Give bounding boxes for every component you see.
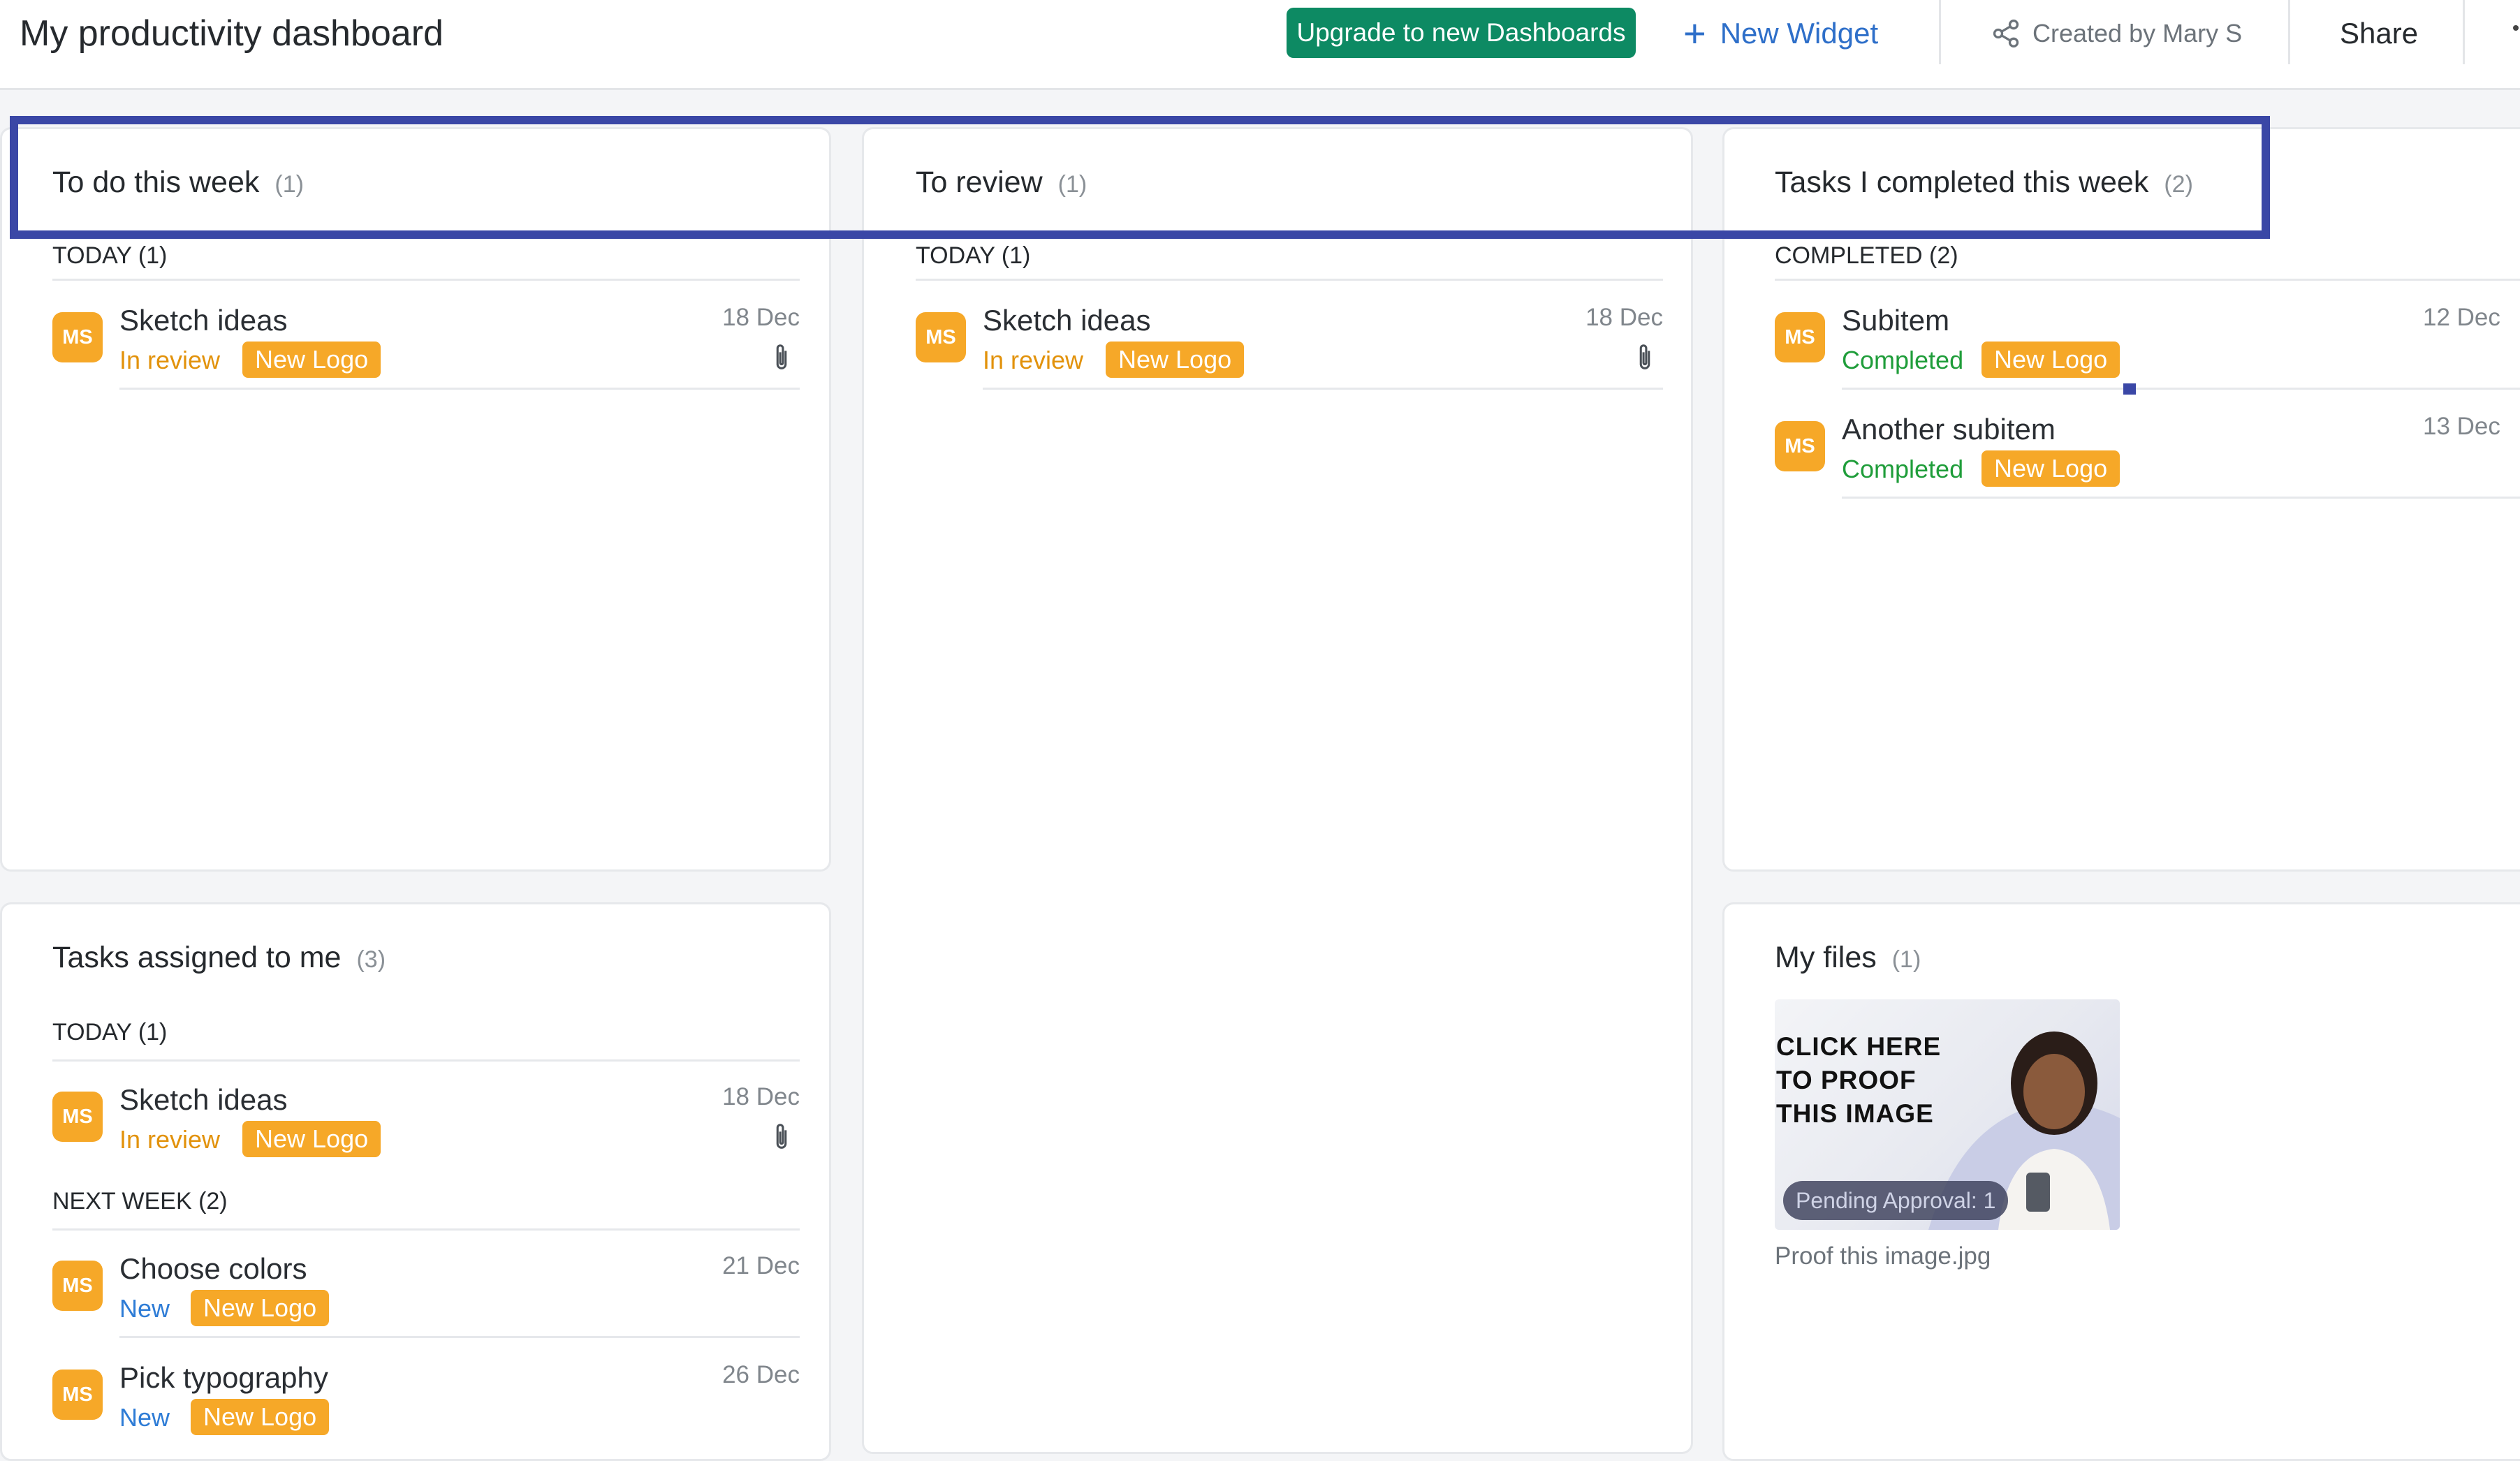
task-date: 18 Dec xyxy=(722,304,800,331)
section-header-today: TODAY (1) xyxy=(52,242,168,269)
task-date: 18 Dec xyxy=(722,1083,800,1110)
divider xyxy=(119,388,800,390)
new-widget-button[interactable]: + New Widget xyxy=(1683,13,1878,54)
avatar: MS xyxy=(1775,421,1825,471)
avatar: MS xyxy=(52,312,103,362)
created-by-label: Created by Mary S xyxy=(2032,19,2243,47)
task-row[interactable]: MS Pick typography New New Logo 26 Dec xyxy=(52,1342,800,1446)
task-status: New xyxy=(119,1294,170,1323)
task-row[interactable]: MS Another subitem Completed New Logo 13… xyxy=(1775,393,2520,499)
task-date: 21 Dec xyxy=(722,1252,800,1279)
task-tag: New Logo xyxy=(1981,450,2120,487)
share-button[interactable]: Share xyxy=(2340,15,2418,52)
section-header-next-week: NEXT WEEK (2) xyxy=(52,1188,228,1214)
widget-completed-this-week: Tasks I completed this week (2) COMPLETED… xyxy=(1722,127,2520,872)
task-tag: New Logo xyxy=(1106,342,1245,378)
widget-todo-this-week: To do this week (1) TODAY (1) MS Sketch i… xyxy=(0,127,831,872)
task-tag: New Logo xyxy=(1981,342,2120,378)
divider xyxy=(2288,0,2290,64)
task-row[interactable]: MS Choose colors New New Logo 21 Dec xyxy=(52,1233,800,1338)
task-row[interactable]: MS Sketch ideas In review New Logo 18 De… xyxy=(52,1064,800,1168)
task-tag: New Logo xyxy=(242,342,381,378)
task-name: Pick typography xyxy=(119,1361,328,1394)
task-name: Another subitem xyxy=(1842,413,2056,446)
task-name: Sketch ideas xyxy=(119,304,288,337)
section-header-today: TODAY (1) xyxy=(52,1019,168,1045)
created-by-button[interactable]: Created by Mary S xyxy=(1991,15,2242,52)
section-header-completed: COMPLETED (2) xyxy=(1775,242,1958,269)
task-date: 13 Dec xyxy=(2423,413,2500,440)
new-widget-label: New Widget xyxy=(1720,17,1879,50)
divider xyxy=(52,1228,800,1231)
avatar: MS xyxy=(52,1370,103,1420)
task-row[interactable]: MS Subitem Completed New Logo 12 Dec xyxy=(1775,284,2520,390)
file-thumbnail[interactable]: CLICK HERE TO PROOF THIS IMAGE Pending A… xyxy=(1775,999,2120,1230)
widget-my-files: My files (1) CLICK HERE TO PROOF THIS IMA… xyxy=(1722,902,2520,1461)
avatar: MS xyxy=(1775,312,1825,362)
widget-to-review: To review (1) TODAY (1) MS Sketch ideas I… xyxy=(862,127,1693,1454)
task-row[interactable]: MS Sketch ideas In review New Logo 18 De… xyxy=(916,284,1663,390)
task-row[interactable]: MS Sketch ideas In review New Logo 18 De… xyxy=(52,284,800,390)
task-status: New xyxy=(119,1403,170,1432)
task-status: In review xyxy=(119,346,221,374)
divider xyxy=(1775,279,2520,281)
paperclip-icon[interactable] xyxy=(1635,342,1655,374)
paperclip-icon[interactable] xyxy=(772,342,791,374)
widget-title[interactable]: To review (1) xyxy=(916,166,1087,200)
divider xyxy=(1842,497,2520,499)
task-status: In review xyxy=(119,1125,221,1154)
file-name[interactable]: Proof this image.jpg xyxy=(1775,1242,1991,1270)
divider xyxy=(1842,388,2520,390)
widget-title[interactable]: Tasks I completed this week (2) xyxy=(1775,166,2193,200)
widget-tasks-assigned: Tasks assigned to me (3) TODAY (1) MS Ske… xyxy=(0,902,831,1461)
avatar: MS xyxy=(52,1261,103,1311)
task-date: 26 Dec xyxy=(722,1361,800,1388)
share-network-icon xyxy=(1993,20,2019,47)
widget-title[interactable]: My files (1) xyxy=(1775,941,1921,975)
divider xyxy=(2463,0,2465,64)
divider xyxy=(916,279,1663,281)
section-header-today: TODAY (1) xyxy=(916,242,1031,269)
avatar: MS xyxy=(916,312,966,362)
widget-title[interactable]: To do this week (1) xyxy=(52,166,304,200)
task-date: 18 Dec xyxy=(1585,304,1663,331)
top-bar: My productivity dashboard Upgrade to new… xyxy=(0,0,2520,90)
pending-approval-badge: Pending Approval: 1 xyxy=(1783,1181,2009,1220)
avatar: MS xyxy=(52,1092,103,1142)
plus-icon: + xyxy=(1683,11,1706,55)
task-status: In review xyxy=(983,346,1084,374)
thumbnail-caption: CLICK HERE TO PROOF THIS IMAGE xyxy=(1776,1032,1942,1128)
task-tag: New Logo xyxy=(191,1290,330,1326)
widget-title[interactable]: Tasks assigned to me (3) xyxy=(52,941,386,975)
task-tag: New Logo xyxy=(242,1121,381,1157)
task-name: Subitem xyxy=(1842,304,1950,337)
upgrade-dashboards-button[interactable]: Upgrade to new Dashboards xyxy=(1287,8,1636,58)
paperclip-icon[interactable] xyxy=(772,1121,791,1153)
divider xyxy=(119,1336,800,1338)
chevron-down-icon[interactable] xyxy=(2507,14,2520,42)
divider xyxy=(1939,0,1941,64)
task-status: Completed xyxy=(1842,346,1964,374)
task-name: Choose colors xyxy=(119,1252,307,1285)
task-tag: New Logo xyxy=(191,1399,330,1435)
divider xyxy=(52,1059,800,1062)
drag-handle[interactable] xyxy=(2123,383,2136,395)
divider xyxy=(52,279,800,281)
page-title: My productivity dashboard xyxy=(20,13,444,54)
task-name: Sketch ideas xyxy=(119,1083,288,1116)
divider xyxy=(983,388,1663,390)
task-name: Sketch ideas xyxy=(983,304,1151,337)
task-status: Completed xyxy=(1842,455,1964,483)
task-date: 12 Dec xyxy=(2423,304,2500,331)
